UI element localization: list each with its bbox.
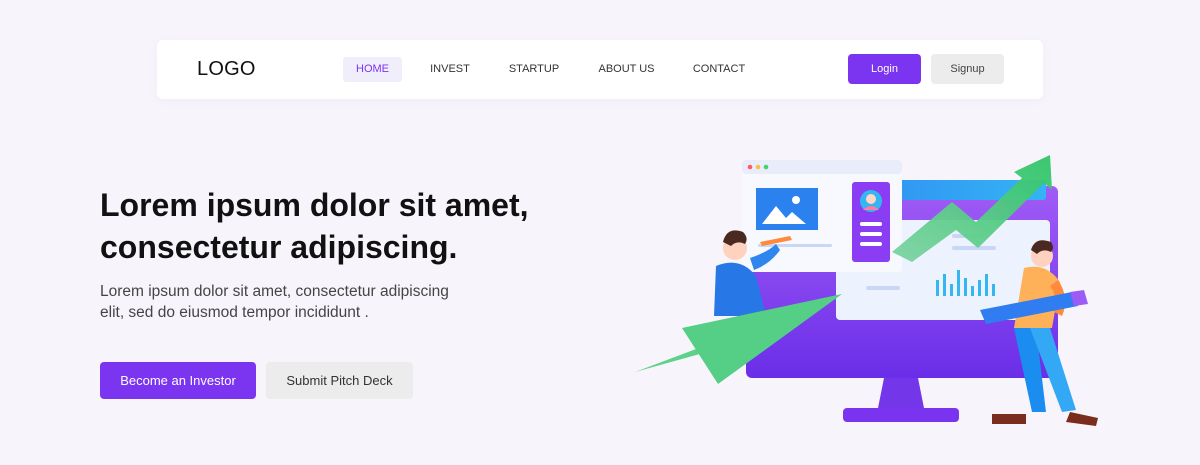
hero-title-line-1: Lorem ipsum dolor sit amet, (100, 187, 529, 223)
hero-title: Lorem ipsum dolor sit amet, consectetur … (100, 184, 560, 268)
submit-pitch-deck-button[interactable]: Submit Pitch Deck (266, 362, 413, 399)
nav-about-us[interactable]: ABOUT US (589, 57, 664, 82)
login-button[interactable]: Login (848, 54, 921, 84)
nav-invest[interactable]: INVEST (421, 57, 479, 82)
hero-subtitle-line-1: Lorem ipsum dolor sit amet, consectetur … (100, 283, 449, 300)
nav-startup[interactable]: STARTUP (499, 57, 569, 82)
hero-subtitle: Lorem ipsum dolor sit amet, consectetur … (100, 281, 480, 323)
profile-card (852, 182, 890, 262)
nav-contact[interactable]: CONTACT (684, 57, 754, 82)
navbar: LOGO HOME INVEST STARTUP ABOUT US CONTAC… (157, 40, 1043, 99)
signup-button[interactable]: Signup (931, 54, 1004, 84)
nav-home[interactable]: HOME (343, 57, 402, 82)
hero-title-line-2: consectetur adipiscing. (100, 229, 458, 265)
logo[interactable]: LOGO (197, 58, 256, 81)
become-investor-button[interactable]: Become an Investor (100, 362, 256, 399)
hero-illustration (635, 155, 1098, 426)
hero-subtitle-line-2: elit, sed do eiusmod tempor incididunt . (100, 304, 369, 321)
